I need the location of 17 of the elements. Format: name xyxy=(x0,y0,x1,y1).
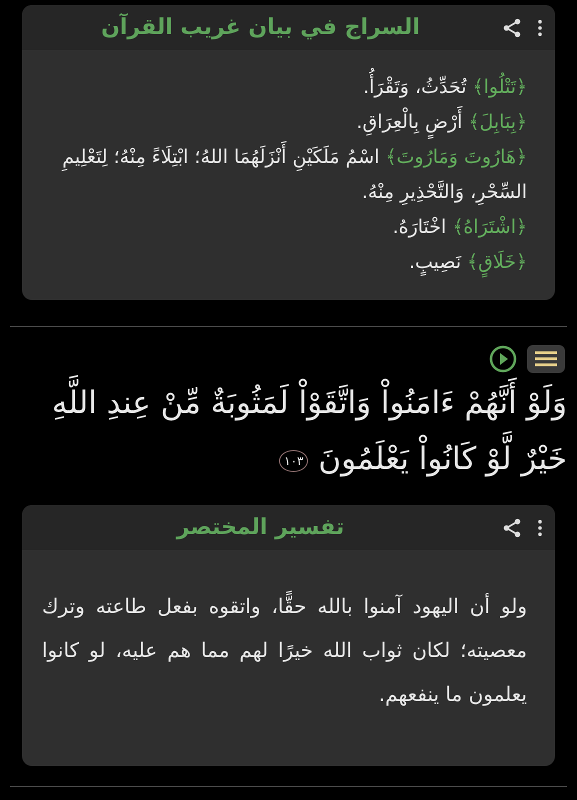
glossary-entry: ﴿هَارُوتَ وَمَارُوتَ﴾ اسْمُ مَلَكَيْنِ أَنْزَلَهُمَا اللهُ؛ ابْتِلَاءً مِنْهُ؛ لِتَعْلِيمِ السِّحْرِ، وَالتَّحْذِيرِ مِنْهُ. xyxy=(42,140,527,210)
tafsir-text: ولو أن اليهود آمنوا بالله حقًّا، واتقوه بفعل طاعته وترك معصيته؛ لكان ثواب الله خيرًا لهم مما هم عليه، لو كانوا يعلمون ما ينفعهم. xyxy=(42,584,527,716)
share-icon[interactable] xyxy=(501,16,523,38)
glossary-entry: ﴿اشْتَرَاهُ﴾ اخْتَارَهُ. xyxy=(392,214,527,240)
menu-button[interactable] xyxy=(527,345,565,373)
play-icon[interactable] xyxy=(489,345,517,373)
more-icon[interactable] xyxy=(537,18,543,36)
menu-icon xyxy=(535,351,557,367)
glossary-entry: ﴿بِبَابِلَ﴾ أَرْضٍ بِالْعِرَاقِ. xyxy=(42,105,527,140)
verse-number: ١٠٣ xyxy=(279,450,308,472)
verse-text: وَلَوْ أَنَّهُمْ ءَامَنُواْ وَاتَّقَوْاْ لَمَثُوبَةٌ مِّنْ عِندِ اللَّهِ خَيْرٌ لَّوْ كَانُواْ يَعْلَمُونَ ١٠٣ xyxy=(10,375,567,487)
more-icon[interactable] xyxy=(537,518,543,536)
share-icon[interactable] xyxy=(501,516,523,538)
card-title: السراج في بيان غريب القرآن xyxy=(100,15,421,40)
glossary-entry: ﴿خَلَاقٍ﴾ نَصِيبٍ. xyxy=(42,245,527,280)
glossary-entry: ﴿تَتْلُوا﴾ تُحَدِّثُ، وَتَقْرَأُ. xyxy=(42,70,527,105)
card-title: تفسير المختصر xyxy=(174,515,346,540)
